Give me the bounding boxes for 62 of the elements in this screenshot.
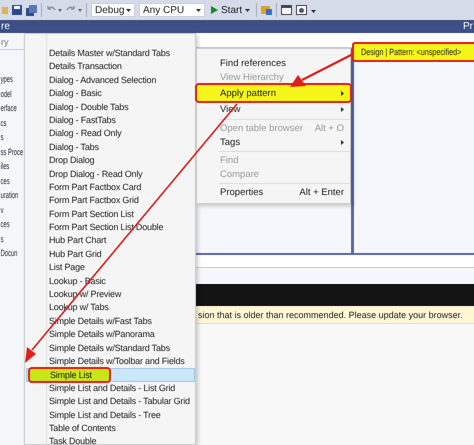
pattern-list-item[interactable]: Form Part Factbox Card [26,180,195,194]
pattern-list-item[interactable]: Hub Part Chart [26,234,195,248]
screenshot-icon[interactable] [296,5,308,15]
panel-title: Pr [463,20,473,33]
menu-item[interactable]: Find references [197,57,350,71]
pattern-list-item[interactable]: Form Part Factbox Grid [26,194,195,208]
play-icon [211,6,218,14]
pattern-list-item[interactable]: Dialog - Double Tabs [26,100,195,114]
tree-item[interactable]: Docun [0,246,18,260]
tree-item[interactable]: ces [0,174,10,188]
tree-item[interactable]: s [0,232,4,246]
pattern-list-item[interactable]: Dialog - Tabs [26,140,195,154]
shortcut-text: Alt + O [314,123,344,134]
pattern-list-item[interactable]: Simple Details w/Toolbar and Fields [26,354,195,368]
tree-item[interactable]: odel [0,86,12,101]
pattern-list-item[interactable]: Details Transaction [26,60,195,74]
caret-icon [245,8,250,12]
menu-item[interactable]: Properties Alt + Enter [197,186,350,200]
configuration-dropdown[interactable]: Debug [91,3,135,17]
shortcut-text: Alt + Enter [299,187,344,198]
save-all-icon[interactable] [26,4,37,16]
pattern-list-item[interactable]: Dialog - Basic [26,87,195,101]
pattern-list-item[interactable]: Simple List and Details - Tabular Grid [26,395,195,409]
pattern-list-item[interactable]: Simple List and Details - List Grid [26,382,195,396]
pattern-badge[interactable]: Design | Pattern: <unspecified> [352,42,474,62]
tree-item[interactable]: ss Proce [0,144,24,159]
tree-item[interactable]: erface [0,101,17,116]
tree-item[interactable]: s [0,130,4,144]
caret-icon [126,8,131,12]
pattern-list-item[interactable]: Drop Dialog [26,154,195,168]
pattern-list-item[interactable]: Dialog - Advanced Selection [26,74,195,88]
tree-item[interactable]: iles [0,159,10,174]
panel-title: re [1,20,10,33]
pattern-list-item[interactable]: Dialog - Read Only [26,127,195,141]
pattern-list-item[interactable]: Task Double [26,435,195,445]
tree-item[interactable]: ypes [0,72,13,86]
save-icon[interactable] [12,5,22,15]
tree-item[interactable]: cs [0,116,6,130]
pattern-list-item[interactable]: Simple Details w/Standard Tabs [26,342,195,355]
start-button[interactable]: Start [209,2,252,18]
pattern-list-item[interactable]: Hub Part Grid [26,248,195,262]
tree-item[interactable]: ces [0,217,10,232]
pattern-list-item[interactable]: Table of Contents [26,422,195,436]
menu-item[interactable]: Tags [197,135,350,149]
window-icon[interactable] [281,5,292,15]
overflow-icon[interactable] [311,7,316,13]
pattern-list-item[interactable]: Simple List [26,368,195,382]
pattern-list-item[interactable]: Lookup w/ Preview [26,288,195,302]
pattern-list-item[interactable]: Simple List and Details - Tree [26,408,195,422]
pattern-list-item[interactable]: List Page [26,261,195,275]
pattern-list-item[interactable]: Details Master w/Standard Tabs [26,47,195,60]
pattern-list-item[interactable]: Dialog - FastTabs [26,114,195,128]
tree-item[interactable]: uration [0,188,18,202]
pattern-list-item[interactable]: Simple Details w/Panorama [26,328,195,342]
tree-item[interactable]: v [0,202,4,217]
caret-icon [196,8,201,12]
pattern-list-item[interactable]: Form Part Section List [26,208,195,222]
pattern-list-item[interactable]: Drop Dialog - Read Only [26,168,195,181]
platform-dropdown[interactable]: Any CPU [139,3,205,17]
menu-item[interactable]: Apply pattern [197,85,350,102]
pattern-list-item[interactable]: Form Part Section List Double [26,221,195,234]
arrow [290,53,354,87]
